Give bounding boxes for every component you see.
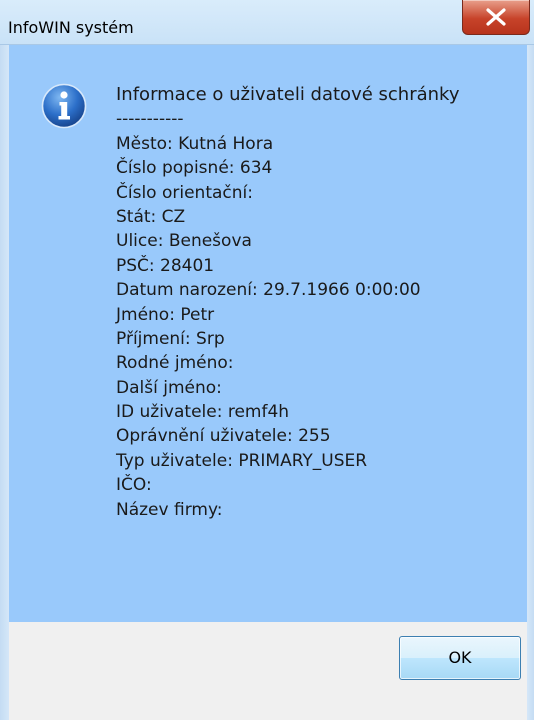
message-line-birth-date: Datum narození: 29.7.1966 0:00:00 (116, 280, 421, 301)
message-text: Informace o uživateli datové schránky --… (116, 83, 516, 522)
message-separator: ----------- (116, 109, 184, 130)
message-heading: Informace o uživateli datové schránky (116, 84, 460, 105)
message-line-street: Ulice: Benešova (116, 231, 252, 252)
message-line-birth-name: Rodné jméno: (116, 353, 234, 374)
close-icon (486, 8, 506, 26)
message-line-company-id: IČO: (116, 475, 152, 496)
message-line-surname: Příjmení: Srp (116, 328, 225, 349)
message-line-first-name: Jméno: Petr (116, 304, 215, 325)
window-frame-right (527, 45, 534, 720)
message-line-house-number: Číslo popisné: 634 (116, 158, 273, 179)
message-line-company-name: Název firmy: (116, 499, 223, 520)
ok-button[interactable]: OK (399, 636, 521, 680)
message-line-postal-code: PSČ: 28401 (116, 255, 215, 276)
message-line-city: Město: Kutná Hora (116, 133, 274, 154)
window-frame-left (0, 45, 9, 720)
message-line-country: Stát: CZ (116, 206, 186, 227)
window-title: InfoWIN systém (8, 18, 134, 37)
info-icon (41, 83, 87, 129)
message-line-other-name: Další jméno: (116, 377, 222, 398)
message-line-user-permissions: Oprávnění uživatele: 255 (116, 426, 331, 447)
close-button[interactable] (462, 0, 530, 35)
message-line-user-type: Typ uživatele: PRIMARY_USER (116, 450, 368, 471)
message-line-orientation-number: Číslo orientační: (116, 182, 253, 203)
title-bar: InfoWIN systém (0, 0, 534, 45)
message-line-user-id: ID uživatele: remf4h (116, 402, 290, 423)
